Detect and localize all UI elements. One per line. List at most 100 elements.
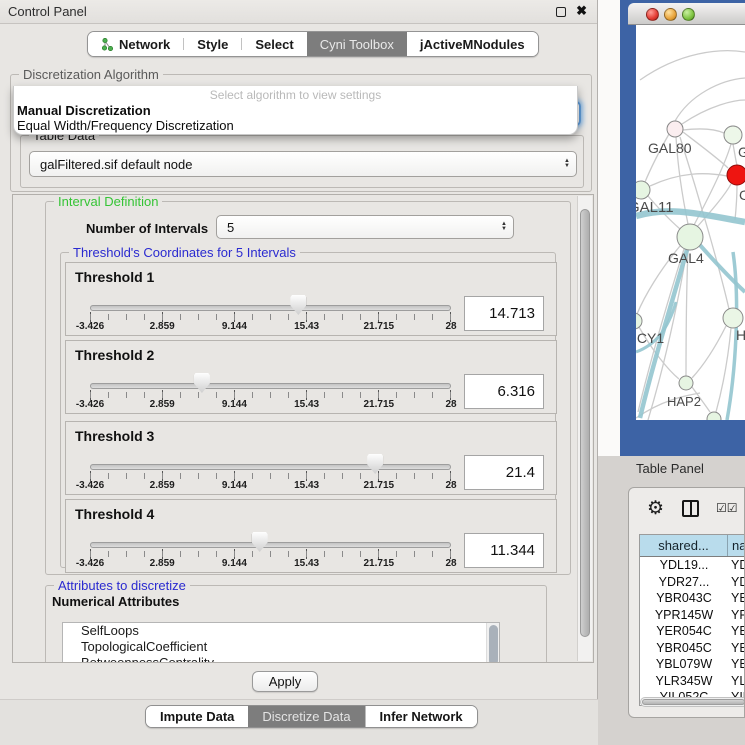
slider-minor-ticks xyxy=(90,551,451,557)
dropdown-option-manual-discretization[interactable]: Manual Discretization xyxy=(14,103,577,118)
network-window-titlebar[interactable] xyxy=(628,3,745,25)
slider-tick-labels: -3.4262.8599.14415.4321.71528 xyxy=(90,321,451,334)
network-node[interactable] xyxy=(636,181,650,199)
column-header-shared[interactable]: shared... xyxy=(640,535,728,556)
attribute-item[interactable]: BetweennessCentrality xyxy=(63,655,499,663)
table-header-row: shared... na xyxy=(640,535,745,557)
network-node[interactable] xyxy=(636,313,642,329)
cell-name[interactable]: YPR1 xyxy=(728,607,745,624)
number-of-intervals-combobox[interactable]: 5 ▲▼ xyxy=(216,215,514,239)
slider-tick-label: 15.43 xyxy=(294,399,319,410)
dropdown-option-equal-width[interactable]: Equal Width/Frequency Discretization xyxy=(14,118,577,133)
table-row[interactable]: YER054CYER0 xyxy=(640,623,745,640)
close-icon[interactable]: ✖ xyxy=(576,3,587,19)
tab-impute-data[interactable]: Impute Data xyxy=(146,706,248,727)
table-horizontal-scrollbar[interactable] xyxy=(640,697,745,707)
threshold-1-value-field[interactable]: 14.713 xyxy=(464,296,544,331)
tab-cyni-toolbox[interactable]: Cyni Toolbox xyxy=(307,32,407,56)
float-window-icon[interactable] xyxy=(556,7,566,17)
cell-shared-name[interactable]: YLR345W xyxy=(640,673,728,690)
table-row[interactable]: YDL19...YDL1 xyxy=(640,557,745,574)
threshold-3-slider-track[interactable] xyxy=(90,464,451,470)
network-node[interactable] xyxy=(727,165,745,185)
maximize-traffic-light-icon[interactable] xyxy=(682,8,695,21)
discretization-algorithm-group-title: Discretization Algorithm xyxy=(19,67,163,82)
tab-select[interactable]: Select xyxy=(242,32,306,56)
cell-shared-name[interactable]: YBL079W xyxy=(640,656,728,673)
table-row[interactable]: YBR045CYBR0 xyxy=(640,640,745,657)
settings-scroll-panel: Interval Definition Number of Intervals … xyxy=(12,194,594,663)
slider-tick-label: 28 xyxy=(445,321,456,332)
network-node[interactable] xyxy=(679,376,693,390)
control-panel-titlebar: Control Panel ✖ xyxy=(0,0,597,24)
network-node[interactable] xyxy=(677,224,703,250)
table-data-combobox[interactable]: galFiltered.sif default node ▲▼ xyxy=(29,151,577,177)
attribute-item[interactable]: TopologicalCoefficient xyxy=(63,639,499,655)
threshold-2-value-field[interactable]: 6.316 xyxy=(464,374,544,409)
threshold-3-label: Threshold 3 xyxy=(75,428,154,444)
network-node-label: HAP2 xyxy=(667,394,701,409)
cell-name[interactable]: YDL1 xyxy=(728,557,745,574)
table-data-selected-value: galFiltered.sif default node xyxy=(30,157,558,172)
cell-shared-name[interactable]: YBR043C xyxy=(640,590,728,607)
algorithm-dropdown-popup: Select algorithm to view settings Manual… xyxy=(13,86,578,135)
threshold-2-slider-track[interactable] xyxy=(90,383,451,389)
cell-shared-name[interactable]: YBR045C xyxy=(640,640,728,657)
apply-button[interactable]: Apply xyxy=(252,671,318,692)
node-table[interactable]: shared... na YDL19...YDL1YDR27...YDR2YBR… xyxy=(639,534,745,706)
network-node[interactable] xyxy=(724,126,742,144)
cell-name[interactable]: YBR0 xyxy=(728,590,745,607)
bottom-tab-strip: Impute Data Discretize Data Infer Networ… xyxy=(0,699,598,745)
network-node[interactable] xyxy=(667,121,683,137)
tab-infer-network[interactable]: Infer Network xyxy=(366,706,477,727)
cell-name[interactable]: YBL0 xyxy=(728,656,745,673)
threshold-4-label: Threshold 4 xyxy=(75,506,154,522)
cell-name[interactable]: YLR3 xyxy=(728,673,745,690)
tab-network[interactable]: Network xyxy=(88,32,183,56)
split-columns-icon[interactable] xyxy=(682,500,699,517)
table-row[interactable]: YLR345WYLR3 xyxy=(640,673,745,690)
threshold-3-value-field[interactable]: 21.4 xyxy=(464,455,544,490)
network-canvas[interactable]: GAL80GCGAL11GAL4GCY1HHAP2 xyxy=(636,25,745,420)
table-panel: ⚙ ☑☑ shared... na YDL19...YDL1YDR27...YD… xyxy=(628,487,745,718)
settings-vertical-scrollbar[interactable] xyxy=(577,196,592,661)
network-node[interactable] xyxy=(723,308,743,328)
cell-shared-name[interactable]: YDL19... xyxy=(640,557,728,574)
attributes-list-scrollbar[interactable] xyxy=(486,623,499,663)
column-header-name[interactable]: na xyxy=(728,535,745,556)
tab-discretize-data[interactable]: Discretize Data xyxy=(248,706,364,727)
dropdown-hint-option[interactable]: Select algorithm to view settings xyxy=(14,88,577,103)
gear-icon[interactable]: ⚙ xyxy=(647,497,664,520)
table-row[interactable]: YBR043CYBR0 xyxy=(640,590,745,607)
numerical-attributes-label: Numerical Attributes xyxy=(52,594,179,609)
minimize-traffic-light-icon[interactable] xyxy=(664,8,677,21)
table-row[interactable]: YDR27...YDR2 xyxy=(640,574,745,591)
threshold-1-slider-track[interactable] xyxy=(90,305,451,311)
close-traffic-light-icon[interactable] xyxy=(646,8,659,21)
threshold-4-value-field[interactable]: 11.344 xyxy=(464,533,544,568)
slider-tick-label: -3.426 xyxy=(76,321,104,332)
cell-name[interactable]: YER0 xyxy=(728,623,745,640)
cell-name[interactable]: YDR2 xyxy=(728,574,745,591)
cell-name[interactable]: YBR0 xyxy=(728,640,745,657)
network-node-label: GCY1 xyxy=(636,330,664,346)
table-row[interactable]: YBL079WYBL0 xyxy=(640,656,745,673)
cell-shared-name[interactable]: YDR27... xyxy=(640,574,728,591)
panel-gap xyxy=(598,0,620,456)
cell-shared-name[interactable]: YPR145W xyxy=(640,607,728,624)
slider-tick-label: 21.715 xyxy=(364,480,395,491)
threshold-1-box: Threshold 1 -3.4262.8599.14415.4321.7152… xyxy=(65,262,557,336)
slider-tick-label: 9.144 xyxy=(222,321,247,332)
cell-shared-name[interactable]: YER054C xyxy=(640,623,728,640)
network-node[interactable] xyxy=(707,412,721,420)
threshold-4-slider-track[interactable] xyxy=(90,542,451,548)
tab-style[interactable]: Style xyxy=(184,32,241,56)
tab-jactivemnodules[interactable]: jActiveMNodules xyxy=(407,32,538,56)
attribute-item[interactable]: SelfLoops xyxy=(63,623,499,639)
bottom-tabbar: Impute Data Discretize Data Infer Networ… xyxy=(145,705,478,728)
network-node-label: G xyxy=(738,144,745,160)
table-row[interactable]: YPR145WYPR1 xyxy=(640,607,745,624)
slider-tick-label: 21.715 xyxy=(364,558,395,569)
numerical-attributes-list[interactable]: SelfLoopsTopologicalCoefficientBetweenne… xyxy=(62,622,500,663)
select-columns-icon[interactable]: ☑☑ xyxy=(716,501,738,515)
